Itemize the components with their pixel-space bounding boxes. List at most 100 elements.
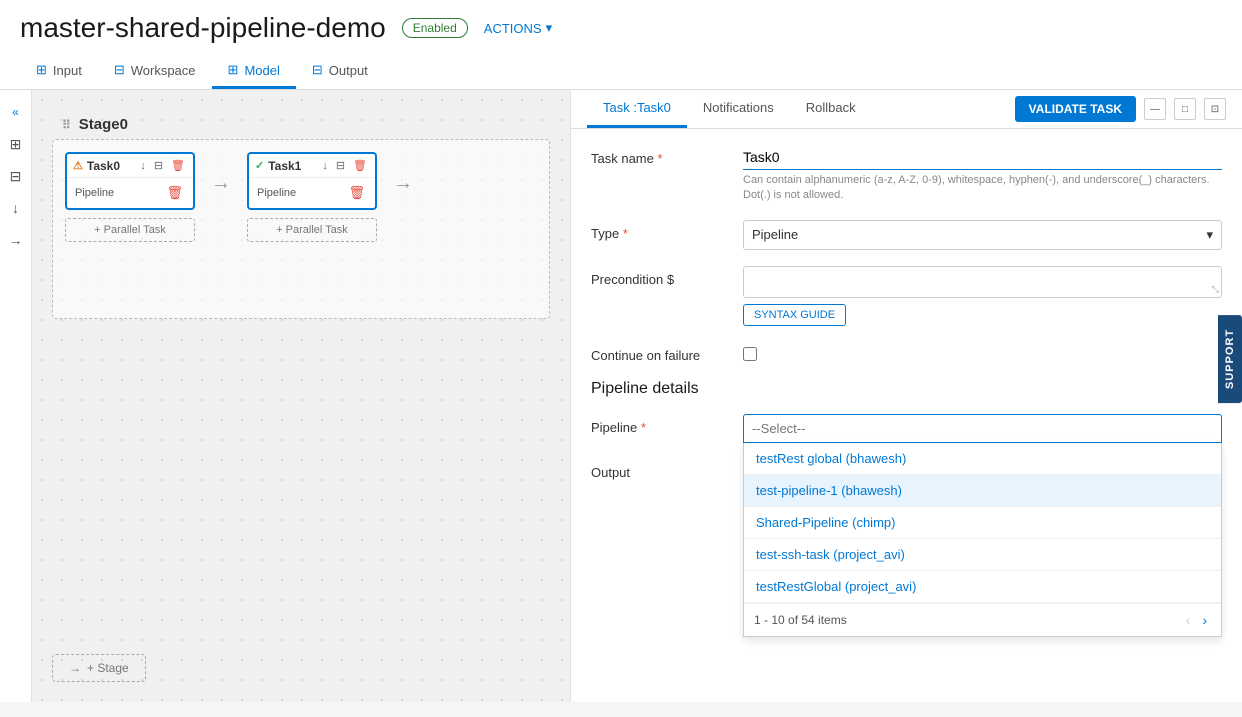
task0-name: Task0 [87,159,120,173]
syntax-guide-btn[interactable]: SYNTAX GUIDE [743,304,846,326]
task-name-input[interactable] [743,145,1222,170]
stage-title: Stage0 [79,116,128,133]
task1-delete-btn[interactable]: 🗑 [351,158,369,173]
tab-rollback[interactable]: Rollback [790,90,872,128]
pipeline-details-title: Pipeline details [591,380,1222,398]
task0-add-parallel-btn[interactable]: + Parallel Task [65,218,195,242]
task0-warning-icon: ⚠ [73,159,83,172]
connector-arrow-icon: → [211,172,231,195]
dropdown-footer: 1 - 10 of 54 items ‹ › [744,603,1221,636]
nav-tabs: ⊞ Input ⊟ Workspace ⊞ Model ⊟ Output [20,54,1222,89]
type-label: Type * [591,220,731,241]
stage-header: ⠿ Stage0 [52,110,550,139]
support-tab[interactable]: SUPPORT [1218,314,1242,402]
pipeline-details-section: Pipeline details Pipeline * testRest glo… [591,380,1222,443]
precondition-input-container: ⤡ SYNTAX GUIDE [743,266,1222,326]
task0-header: ⚠ Task0 ↓ ⊟ 🗑 [67,154,193,178]
type-select[interactable]: Pipeline ▾ [743,220,1222,250]
type-select-container: Pipeline ▾ [743,220,1222,250]
precondition-field: ⤡ [743,266,1222,298]
task0-body: Pipeline 🗑 [67,178,193,208]
maximize-btn[interactable]: ⊡ [1204,98,1226,120]
task-name-input-container: Can contain alphanumeric (a-z, A-Z, 0-9)… [743,145,1222,204]
task1-add-parallel-btn[interactable]: + Parallel Task [247,218,377,242]
tab-workspace[interactable]: ⊟ Workspace [98,54,212,89]
task-card-task0[interactable]: ⚠ Task0 ↓ ⊟ 🗑 [65,152,195,210]
restore-btn[interactable]: □ [1174,98,1196,120]
task1-body: Pipeline 🗑 [249,178,375,208]
tab-notifications[interactable]: Notifications [687,90,790,128]
dropdown-item-0[interactable]: testRest global (bhawesh) [744,443,1221,475]
chevron-down-icon: ▾ [1206,227,1213,243]
task-tabs: Task :Task0 Notifications Rollback VALID… [571,90,1242,129]
task-name-label: Task name * [591,145,731,166]
connector: → [211,172,231,195]
type-row: Type * Pipeline ▾ [591,220,1222,250]
continue-failure-label: Continue on failure [591,342,731,363]
right-panel: Task :Task0 Notifications Rollback VALID… [570,90,1242,702]
next-page-btn[interactable]: › [1198,610,1211,630]
tasks-row: ⚠ Task0 ↓ ⊟ 🗑 [65,152,537,242]
sidebar-grid-icon[interactable]: ⊞ [2,130,30,158]
pagination-text: 1 - 10 of 54 items [754,613,847,627]
task0-type: Pipeline [75,187,114,199]
pipeline-row: Pipeline * testRest global (bhawesh) tes… [591,414,1222,443]
continue-failure-row: Continue on failure [591,342,1222,364]
continue-failure-checkbox[interactable] [743,347,757,361]
dropdown-item-4[interactable]: testRestGlobal (project_avi) [744,571,1221,603]
validate-task-btn[interactable]: VALIDATE TASK [1015,96,1136,122]
prev-page-btn[interactable]: ‹ [1182,610,1195,630]
task-card-task1[interactable]: ✓ Task1 ↓ ⊟ 🗑 [247,152,377,210]
dropdown-item-2[interactable]: Shared-Pipeline (chimp) [744,507,1221,539]
connector-right: → [393,172,413,195]
task-name-hint: Can contain alphanumeric (a-z, A-Z, 0-9)… [743,173,1222,204]
sidebar-layers-icon[interactable]: ⊟ [2,162,30,190]
left-panel: « ⊞ ⊟ ↓ → ⠿ Stage0 [0,90,570,702]
connector-right-arrow-icon: → [393,172,413,195]
task1-name: Task1 [268,159,301,173]
output-icon: ⊟ [312,62,323,78]
task1-body-delete-btn[interactable]: 🗑 [346,184,367,202]
sidebar: « ⊞ ⊟ ↓ → [0,90,32,702]
drag-handle-icon[interactable]: ⠿ [62,118,71,132]
task-tab-actions: VALIDATE TASK — □ ⊡ [1015,96,1226,122]
precondition-label: Precondition $ [591,266,731,287]
task0-body-delete-btn[interactable]: 🗑 [164,184,185,202]
tab-output[interactable]: ⊟ Output [296,54,384,89]
stage-box: ⚠ Task0 ↓ ⊟ 🗑 [52,139,550,319]
stage-container: ⠿ Stage0 ⚠ Task0 [52,110,550,319]
precondition-input[interactable] [752,273,1213,288]
dropdown-item-3[interactable]: test-ssh-task (project_avi) [744,539,1221,571]
form-area: Task name * Can contain alphanumeric (a-… [571,129,1242,702]
add-stage-btn[interactable]: → + Stage [52,654,146,682]
minimize-btn[interactable]: — [1144,98,1166,120]
canvas[interactable]: ⠿ Stage0 ⚠ Task0 [32,90,570,702]
task0-delete-btn[interactable]: 🗑 [169,158,187,173]
tab-task[interactable]: Task :Task0 [587,90,687,128]
pipeline-select-wrapper: testRest global (bhawesh) test-pipeline-… [743,414,1222,443]
pipeline-dropdown: testRest global (bhawesh) test-pipeline-… [743,443,1222,637]
tab-input[interactable]: ⊞ Input [20,54,98,89]
task1-save-btn[interactable]: ↓ [320,158,330,173]
main-layout: « ⊞ ⊟ ↓ → ⠿ Stage0 [0,90,1242,702]
sidebar-download-icon[interactable]: ↓ [2,194,30,222]
pagination-buttons: ‹ › [1182,610,1211,630]
task1-type: Pipeline [257,187,296,199]
tab-model[interactable]: ⊞ Model [212,54,296,89]
task1-success-icon: ✓ [255,159,264,172]
dropdown-item-1[interactable]: test-pipeline-1 (bhawesh) [744,475,1221,507]
pipeline-title: master-shared-pipeline-demo [20,12,386,44]
actions-button[interactable]: ACTIONS ▾ [484,20,552,36]
resize-handle-icon: ⤡ [1212,284,1219,295]
task1-copy-btn[interactable]: ⊟ [334,158,347,173]
workspace-icon: ⊟ [114,62,125,78]
header: master-shared-pipeline-demo Enabled ACTI… [0,0,1242,90]
task0-save-btn[interactable]: ↓ [138,158,148,173]
sidebar-arrow-icon[interactable]: → [2,226,30,254]
continue-failure-input-container [743,342,1222,364]
add-stage-arrow-icon: → [69,661,81,675]
pipeline-select-input[interactable] [743,414,1222,443]
sidebar-collapse-btn[interactable]: « [2,98,30,126]
precondition-row: Precondition $ ⤡ SYNTAX GUIDE [591,266,1222,326]
task0-copy-btn[interactable]: ⊟ [152,158,165,173]
